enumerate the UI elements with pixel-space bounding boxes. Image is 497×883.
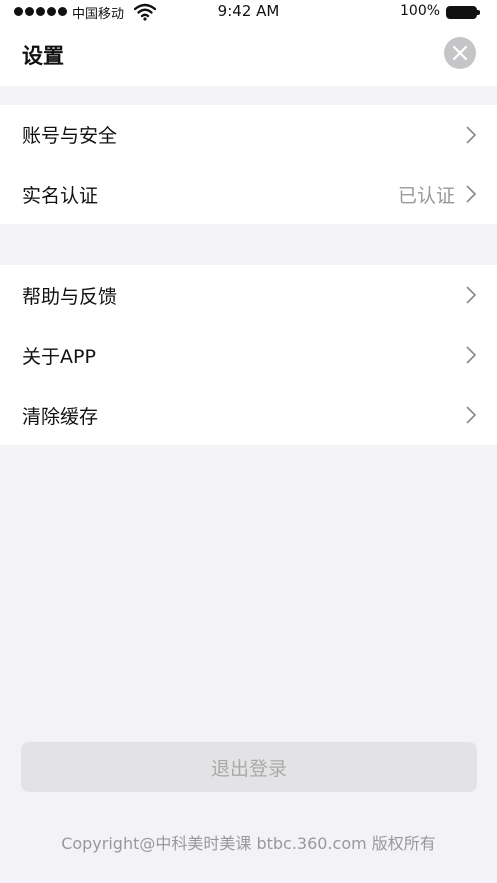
settings-group-account: 账号与安全 实名认证 已认证 bbox=[0, 105, 497, 224]
settings-group-general: 帮助与反馈 关于APP 清除缓存 bbox=[0, 265, 497, 445]
clear-cache-label: 清除缓存 bbox=[22, 405, 99, 428]
header: 设置 bbox=[0, 24, 497, 86]
chevron-right-icon bbox=[466, 346, 477, 364]
chevron-right-icon bbox=[466, 286, 477, 304]
battery-percentage: 100% bbox=[400, 3, 441, 19]
account-security-label: 账号与安全 bbox=[22, 125, 118, 148]
auth-status-value: 已认证 bbox=[397, 184, 455, 207]
logout-button[interactable]: 退出登录 bbox=[21, 742, 477, 792]
battery-icon bbox=[446, 6, 480, 19]
copyright-text: Copyright@中科美时美课 btbc.360.com 版权所有 bbox=[61, 834, 436, 853]
about-app-label: 关于APP bbox=[22, 345, 96, 368]
about-app-item[interactable]: 关于APP bbox=[0, 325, 497, 385]
real-name-auth-label: 实名认证 bbox=[22, 184, 99, 207]
settings-screen: 中国移动 9:42 AM 100% 设置 账号与安全 实名认证 已认证 帮助与反… bbox=[0, 0, 497, 883]
clear-cache-item[interactable]: 清除缓存 bbox=[0, 385, 497, 445]
close-icon bbox=[452, 45, 468, 61]
status-bar: 中国移动 9:42 AM 100% bbox=[0, 0, 497, 24]
page-title: 设置 bbox=[22, 44, 64, 68]
chevron-right-icon bbox=[466, 406, 477, 424]
chevron-right-icon bbox=[466, 185, 477, 203]
help-feedback-item[interactable]: 帮助与反馈 bbox=[0, 265, 497, 325]
chevron-right-icon bbox=[466, 126, 477, 144]
real-name-auth-item[interactable]: 实名认证 已认证 bbox=[0, 165, 497, 225]
help-feedback-label: 帮助与反馈 bbox=[22, 285, 118, 308]
account-security-item[interactable]: 账号与安全 bbox=[0, 105, 497, 165]
close-button[interactable] bbox=[444, 37, 476, 69]
